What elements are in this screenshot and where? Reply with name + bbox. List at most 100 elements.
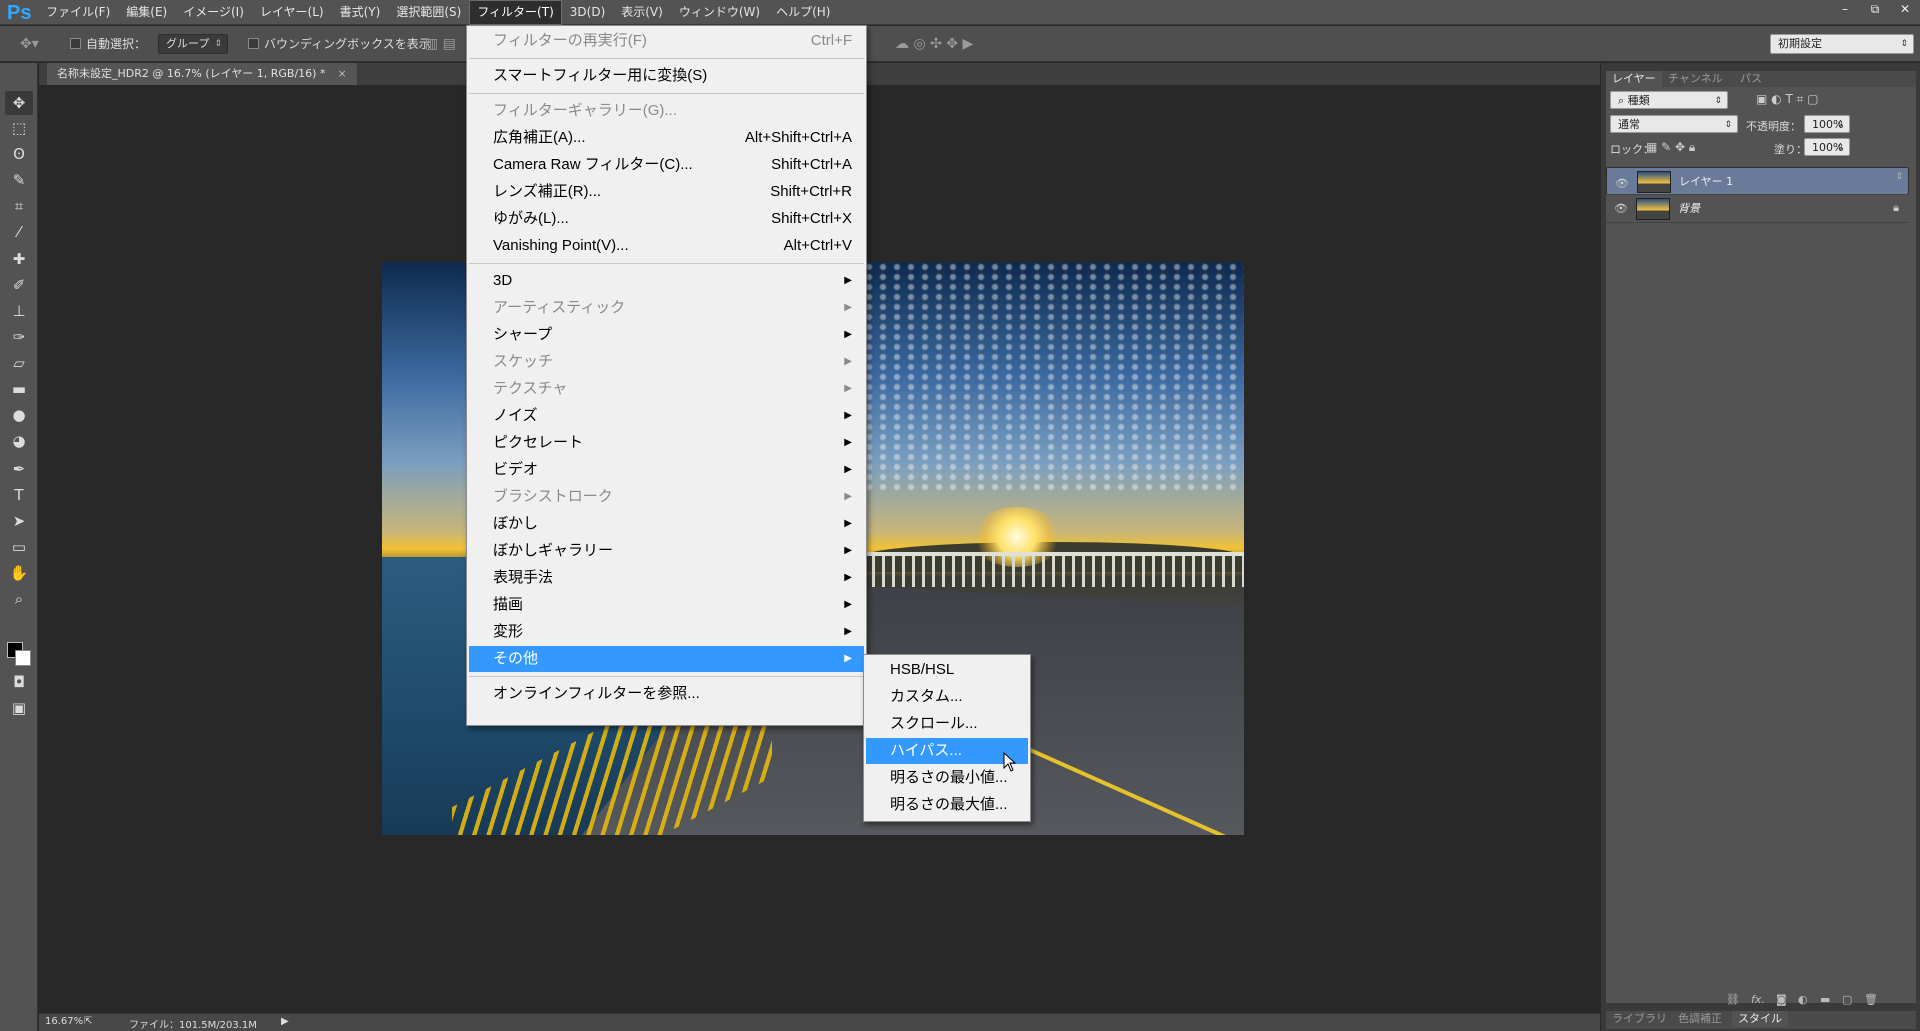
tab-styles[interactable]: スタイル — [1732, 1011, 1788, 1027]
restore-button[interactable]: ⧉ — [1860, 0, 1890, 20]
menu-10[interactable]: ヘルプ(H) — [768, 0, 838, 25]
quick-mask-icon[interactable]: ◘ — [5, 670, 33, 694]
filter-menu-item[interactable]: 変形 ▶ — [469, 619, 864, 645]
blend-mode-dropdown[interactable]: 通常 — [1610, 115, 1738, 134]
menu-5[interactable]: 選択範囲(S) — [388, 0, 469, 25]
menu-4[interactable]: 書式(Y) — [332, 0, 389, 25]
filter-menu: フィルターの再実行(F) Ctrl+F スマートフィルター用に変換(S) フィルターギ… — [466, 25, 867, 726]
tab-close-icon[interactable]: × — [337, 67, 346, 80]
filter-menu-item[interactable]: シャープ ▶ — [469, 322, 864, 348]
status-menu-arrow[interactable]: ▶ — [281, 1016, 289, 1027]
move-tool-icon[interactable]: ✥ — [5, 91, 33, 115]
marquee-tool-icon[interactable]: ⬚ — [5, 116, 33, 140]
tab-layers[interactable]: レイヤー — [1606, 71, 1662, 87]
eyedropper-tool-icon[interactable]: ⁄ — [5, 220, 33, 244]
hand-tool-icon[interactable]: ✋ — [5, 561, 33, 585]
filter-menu-item[interactable]: Camera Raw フィルター(C)... Shift+Ctrl+A — [469, 152, 864, 178]
link-layers-icon[interactable]: ⛓ — [1726, 993, 1740, 1006]
filter-menu-item[interactable]: 描画 ▶ — [469, 592, 864, 618]
menu-9[interactable]: ウィンドウ(W) — [671, 0, 768, 25]
menu-7[interactable]: 3D(D) — [562, 0, 613, 25]
filter-menu-item[interactable]: オンラインフィルターを参照... — [469, 681, 864, 707]
visibility-eye-icon[interactable]: 👁︎ — [1614, 202, 1628, 215]
type-tool-icon[interactable]: T — [5, 483, 33, 507]
gradient-tool-icon[interactable]: ▬ — [5, 377, 33, 401]
fx-icon[interactable]: fx. — [1751, 993, 1765, 1006]
move-tool-preset-icon[interactable]: ✥▾ — [20, 26, 39, 62]
menu-6[interactable]: フィルター(T) — [469, 0, 562, 25]
layer-row-layer1[interactable]: 👁︎ レイヤー 1 — [1606, 167, 1909, 195]
filter-menu-item[interactable]: レンズ補正(R)... Shift+Ctrl+R — [469, 179, 864, 205]
close-button[interactable]: ✕ — [1890, 0, 1920, 20]
menu-item-shortcut: Shift+Ctrl+R — [770, 183, 852, 200]
3d-mode-icons[interactable]: ☁ ◎ ✣ ✥ ▶ — [895, 26, 973, 62]
filter-menu-item[interactable]: ぼかしギャラリー ▶ — [469, 538, 864, 564]
blur-tool-icon[interactable]: ● — [5, 403, 33, 427]
submenu-item[interactable]: 明るさの最大値... — [866, 792, 1028, 818]
clone-stamp-tool-icon[interactable]: ⊥ — [5, 299, 33, 323]
menu-1[interactable]: 編集(E) — [118, 0, 175, 25]
layer-row-background[interactable]: 👁︎ 背景 🔒︎ — [1606, 195, 1909, 223]
opacity-field[interactable]: 100% — [1804, 115, 1850, 134]
workspace-dropdown[interactable]: 初期設定 — [1770, 34, 1914, 54]
dodge-tool-icon[interactable]: ◕ — [5, 429, 33, 453]
minimize-button[interactable]: – — [1830, 0, 1860, 20]
submenu-item-label: スクロール... — [890, 715, 978, 732]
tab-channels[interactable]: チャンネル — [1662, 71, 1729, 87]
filter-menu-item[interactable]: ピクセレート ▶ — [469, 430, 864, 456]
adjustment-layer-icon[interactable]: ◐ — [1798, 993, 1808, 1006]
filter-menu-item[interactable]: Vanishing Point(V)... Alt+Ctrl+V — [469, 233, 864, 259]
shape-tool-icon[interactable]: ▭ — [5, 535, 33, 559]
filter-menu-item[interactable]: その他 ▶ — [469, 646, 864, 672]
screen-mode-icon[interactable]: ▣ — [5, 696, 33, 720]
bounding-box-checkbox[interactable]: バウンディングボックスを表示 — [248, 26, 431, 62]
layer-name: 背景 — [1678, 202, 1700, 215]
lasso-tool-icon[interactable]: ʘ — [5, 142, 33, 166]
filter-menu-item[interactable]: スマートフィルター用に変換(S) — [469, 63, 864, 89]
menu-3[interactable]: レイヤー(L) — [252, 0, 332, 25]
menu-8[interactable]: 表示(V) — [613, 0, 671, 25]
zoom-tool-icon[interactable]: ⌕ — [5, 587, 33, 611]
document-tab[interactable]: 名称未設定_HDR2 @ 16.7% (レイヤー 1, RGB/16) * × — [47, 63, 357, 85]
filter-menu-item[interactable]: ビデオ ▶ — [469, 457, 864, 483]
brush-tool-icon[interactable]: ✐ — [5, 273, 33, 297]
fill-field[interactable]: 100% — [1804, 138, 1850, 157]
menu-0[interactable]: ファイル(F) — [38, 0, 118, 25]
path-select-tool-icon[interactable]: ➤ — [5, 509, 33, 533]
layer-filter-icons[interactable]: ▣ ◐ T ⌗ ▢ — [1756, 92, 1920, 107]
new-group-icon[interactable]: ▬ — [1820, 993, 1830, 1006]
submenu-item[interactable]: HSB/HSL — [866, 657, 1028, 683]
history-brush-tool-icon[interactable]: ✑ — [5, 325, 33, 349]
submenu-item[interactable]: スクロール... — [866, 711, 1028, 737]
filter-menu-item[interactable]: ぼかし ▶ — [469, 511, 864, 537]
menu-2[interactable]: イメージ(I) — [175, 0, 252, 25]
export-icon[interactable]: ⇱ — [84, 1016, 92, 1027]
healing-brush-tool-icon[interactable]: ✚ — [5, 247, 33, 271]
zoom-level[interactable]: 16.67% — [45, 1016, 83, 1027]
tab-adjustments[interactable]: 色調補正 — [1672, 1011, 1728, 1027]
pen-tool-icon[interactable]: ✒ — [5, 457, 33, 481]
crop-tool-icon[interactable]: ⌗ — [5, 194, 33, 218]
auto-select-dropdown[interactable]: グループ — [158, 34, 228, 54]
eraser-tool-icon[interactable]: ▱ — [5, 351, 33, 375]
visibility-eye-icon[interactable]: 👁︎ — [1615, 175, 1629, 193]
tab-paths[interactable]: パス — [1734, 71, 1768, 87]
document-tab-title: 名称未設定_HDR2 @ 16.7% (レイヤー 1, RGB/16) * — [57, 67, 326, 80]
align-icons[interactable]: ▥ ▤ — [425, 26, 456, 62]
layer-filter-dropdown[interactable]: ⌕ 種類 — [1610, 91, 1728, 110]
filter-menu-item[interactable]: ゆがみ(L)... Shift+Ctrl+X — [469, 206, 864, 232]
submenu-item[interactable]: カスタム... — [866, 684, 1028, 710]
filter-menu-item[interactable]: 広角補正(A)... Alt+Shift+Ctrl+A — [469, 125, 864, 151]
new-layer-icon[interactable]: ▢ — [1842, 993, 1852, 1006]
quick-select-tool-icon[interactable]: ✎ — [5, 168, 33, 192]
filter-menu-item[interactable]: 表現手法 ▶ — [469, 565, 864, 591]
add-mask-icon[interactable]: ◙ — [1776, 993, 1787, 1006]
lock-icons[interactable]: ▦ ✎ ✥ 🔒︎ — [1646, 140, 1695, 155]
background-color-swatch[interactable] — [15, 650, 31, 666]
filter-menu-item[interactable]: 3D ▶ — [469, 268, 864, 294]
filter-menu-item[interactable]: ノイズ ▶ — [469, 403, 864, 429]
auto-select-checkbox[interactable]: 自動選択： — [70, 26, 146, 62]
layer-filter-label: 種類 — [1627, 94, 1650, 107]
delete-layer-icon[interactable]: 🗑︎ — [1864, 993, 1878, 1006]
tab-libraries[interactable]: ライブラリ — [1606, 1011, 1673, 1027]
